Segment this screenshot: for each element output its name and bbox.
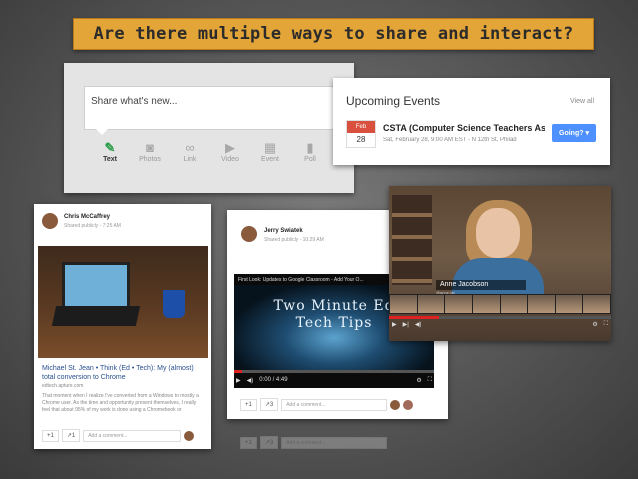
tool-text-label: Text [103,156,117,163]
events-heading: Upcoming Events [346,94,441,108]
post1-actions: +1 ↗1 Add a comment... [42,429,195,442]
link-icon: ∞ [185,140,195,155]
participant-thumbnail[interactable] [417,295,445,313]
settings-icon[interactable]: ⚙ [416,377,421,384]
pencil-icon: ✎ [104,140,116,155]
event-day: 28 [356,135,366,144]
event-month: Feb [347,121,375,133]
post1-meta: Shared publicly - 7:25 AM [64,223,121,229]
tool-poll[interactable]: ▮ Poll [290,140,330,176]
event-detail: Sat, February 28, 9:00 AM EST - N 12th S… [383,137,517,143]
post1-url: edtech.apture.com [42,383,84,389]
participant-thumbnail[interactable] [472,295,500,313]
tool-link[interactable]: ∞ Link [170,140,210,176]
plus-one-button[interactable]: +1 [240,398,257,411]
share-toolbar: ✎ Text ◙ Photos ∞ Link ▶ Video ▦ Event ▮… [84,140,336,176]
participant-thumbnail[interactable] [555,295,583,313]
reshare-button[interactable]: ↗1 [61,429,81,442]
reflection-comment: Add a comment... [281,436,388,449]
share-input-caret [96,129,108,135]
going-button[interactable]: Going? ▾ [552,124,596,142]
post1-author[interactable]: Chris McCaffrey [64,214,110,220]
participant-thumbnail[interactable] [528,295,555,313]
tool-video[interactable]: ▶ Video [210,140,250,176]
hangout-progress-fill [389,316,439,319]
share-input[interactable]: Share what's new... [84,86,336,130]
avatar[interactable] [42,213,58,229]
participant-thumbnail[interactable] [390,295,417,313]
avatar [390,399,401,410]
tool-photos[interactable]: ◙ Photos [130,140,170,176]
hangout-participant-strip [389,294,611,314]
tool-link-label: Link [183,156,197,163]
reflection-reshare: ↗3 [259,436,279,449]
tool-event[interactable]: ▦ Event [250,140,290,176]
video-progress-fill [234,370,242,373]
video-progress-bar[interactable] [234,370,434,373]
post2-meta: Shared publicly - 10:29 AM [264,237,324,243]
laptop-screen-graphic [62,262,130,312]
avatar [403,399,414,410]
tool-event-label: Event [261,156,279,163]
event-date-badge: Feb 28 [346,120,376,148]
play-icon[interactable]: ▶ [236,377,241,384]
person-face-graphic [476,208,520,258]
next-icon[interactable]: ▶| [403,321,409,328]
hangout-participant-name: Anne Jacobson [436,280,526,290]
post1-link-title[interactable]: Michael St. Jean • Think (Ed • Tech): My… [42,364,204,382]
post2-author[interactable]: Jerry Swiatek [264,228,303,234]
laptop-keyboard-graphic [51,306,141,326]
avatar [184,430,195,441]
reflection-plus-one: +1 [240,436,257,449]
comment-input[interactable]: Add a comment... [83,429,182,442]
plus-one-button[interactable]: +1 [42,429,59,442]
poll-icon: ▮ [306,140,314,155]
post1-description: That moment when I realize I've converte… [42,393,199,413]
settings-icon[interactable]: ⚙ [592,321,597,328]
event-name[interactable]: CSTA (Computer Science Teachers Asso [383,123,545,133]
tool-text[interactable]: ✎ Text [90,140,130,176]
post2-actions: +1 ↗3 Add a comment... [240,398,414,411]
hangout-controls: ▶ ▶| ◀) ⚙ ⛶ [392,321,608,328]
participant-thumbnail[interactable] [500,295,528,313]
calendar-icon: ▦ [263,140,277,155]
person-body-graphic [452,258,544,298]
avatar[interactable] [241,226,257,242]
reshare-button[interactable]: ↗3 [259,398,279,411]
post2-reflection: +1 ↗3 Add a comment... [240,436,388,449]
volume-icon[interactable]: ◀) [247,377,254,384]
slide-title-banner: Are there multiple ways to share and int… [73,18,594,50]
tool-photos-label: Photos [139,156,161,163]
comment-input[interactable]: Add a comment... [281,398,388,411]
camera-icon: ◙ [146,140,154,155]
view-all-link[interactable]: View all [570,98,594,105]
fullscreen-icon[interactable]: ⛶ [428,377,432,384]
video-time: 0:00 / 4:49 [259,377,288,383]
mug-graphic [163,290,185,318]
play-icon[interactable]: ▶ [392,321,397,328]
slide-title: Are there multiple ways to share and int… [93,24,574,44]
participant-thumbnail[interactable] [445,295,472,313]
participant-thumbnail[interactable] [583,295,610,313]
bookshelf-graphic [392,195,432,285]
tool-poll-label: Poll [304,156,316,163]
tool-video-label: Video [221,156,239,163]
video-controls: ▶ ◀) 0:00 / 4:49 ⚙ ⛶ [236,375,432,385]
play-icon: ▶ [225,140,235,155]
fullscreen-icon[interactable]: ⛶ [604,321,608,328]
volume-icon[interactable]: ◀) [415,321,422,328]
